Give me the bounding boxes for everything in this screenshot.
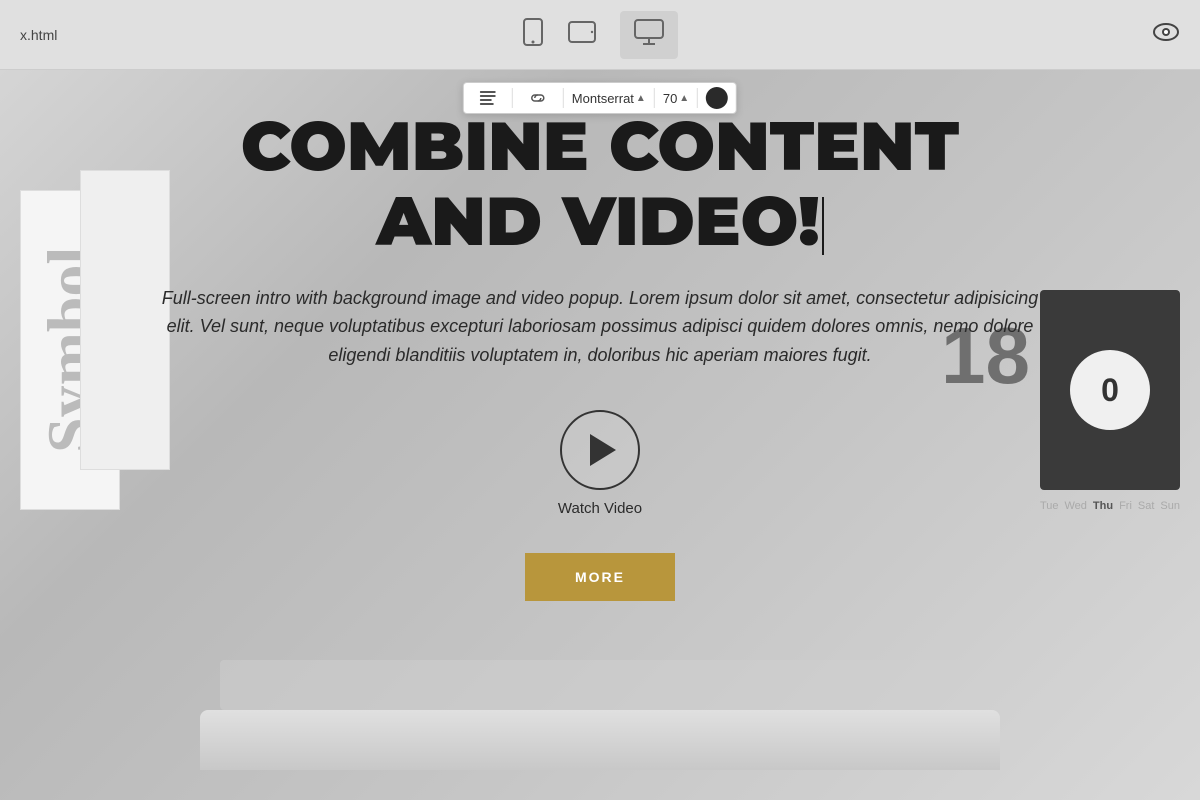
- play-button[interactable]: [560, 410, 640, 490]
- text-formatting-toolbar: Montserrat ▲ 70 ▲: [463, 82, 737, 114]
- font-size-selector[interactable]: 70 ▲: [663, 91, 689, 106]
- browser-title: x.html: [20, 27, 57, 43]
- toolbar-divider-3: [654, 88, 655, 108]
- text-cursor: [822, 197, 824, 255]
- color-picker[interactable]: [706, 87, 728, 109]
- size-arrow-icon: ▲: [679, 93, 689, 104]
- watch-video-label: Watch Video: [558, 500, 642, 517]
- hero-title-line2: and VIDEO!: [40, 185, 1160, 260]
- link-button[interactable]: [521, 87, 555, 109]
- laptop-decoration: [200, 710, 1000, 770]
- mobile-icon[interactable]: [522, 18, 544, 52]
- hero-content: COMBINE CONTENT and VIDEO! Full-screen i…: [0, 110, 1200, 601]
- play-icon: [590, 434, 616, 466]
- desktop-icon[interactable]: [620, 11, 678, 59]
- more-button[interactable]: MORE: [525, 553, 675, 601]
- hero-section: Symbol 18 0 Tue Wed Thu Fri Sat Sun: [0, 70, 1200, 800]
- hero-title: COMBINE CONTENT and VIDEO!: [40, 110, 1160, 260]
- align-button[interactable]: [472, 87, 504, 109]
- toolbar-divider-4: [697, 88, 698, 108]
- watch-video-container: Watch Video: [40, 410, 1160, 517]
- laptop-screen-decoration: [220, 660, 980, 710]
- hero-title-line1: COMBINE CONTENT: [241, 105, 959, 188]
- toolbar-divider-1: [512, 88, 513, 108]
- browser-device-icons: [522, 11, 678, 59]
- font-selector[interactable]: Montserrat ▲: [572, 91, 646, 106]
- eye-icon[interactable]: [1152, 22, 1180, 48]
- browser-bar: x.html: [0, 0, 1200, 70]
- font-size-label: 70: [663, 91, 677, 106]
- tablet-icon[interactable]: [568, 20, 596, 50]
- font-arrow-icon: ▲: [636, 93, 646, 104]
- hero-subtitle: Full-screen intro with background image …: [150, 284, 1050, 370]
- toolbar-divider-2: [563, 88, 564, 108]
- font-name-label: Montserrat: [572, 91, 634, 106]
